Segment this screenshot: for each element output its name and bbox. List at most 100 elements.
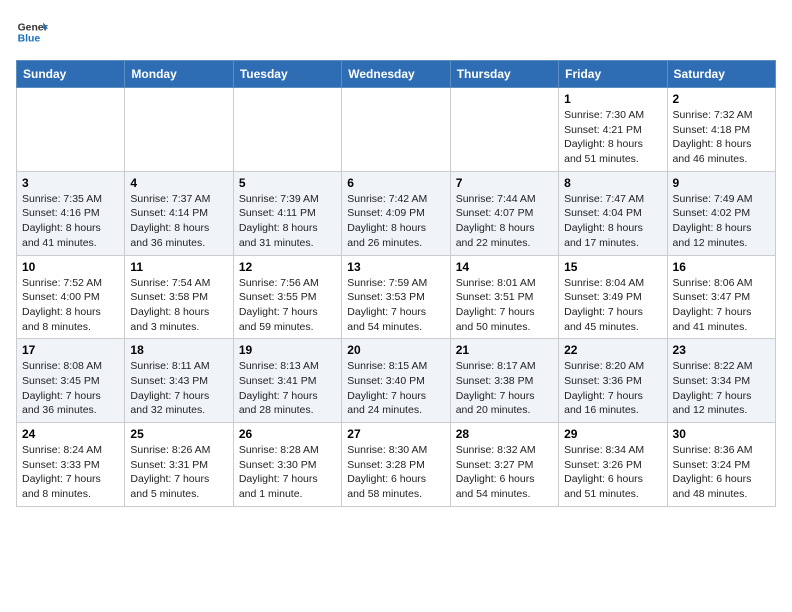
calendar-cell: 4 Sunrise: 7:37 AM Sunset: 4:14 PM Daylig… <box>125 171 233 255</box>
calendar-cell: 5Sunrise: 7:39 AM Sunset: 4:11 PM Daylig… <box>233 171 341 255</box>
day-info: Sunrise: 7:49 AM Sunset: 4:02 PM Dayligh… <box>673 192 770 251</box>
day-number: 15 <box>564 260 661 274</box>
day-info: Sunrise: 8:01 AM Sunset: 3:51 PM Dayligh… <box>456 276 553 335</box>
calendar-cell: 17 Sunrise: 8:08 AM Sunset: 3:45 PM Dayli… <box>17 339 125 423</box>
calendar-cell <box>125 88 233 172</box>
calendar-cell: 8 Sunrise: 7:47 AM Sunset: 4:04 PM Daylig… <box>559 171 667 255</box>
day-info: Sunrise: 8:30 AM Sunset: 3:28 PM Dayligh… <box>347 443 444 502</box>
logo: General Blue <box>16 16 48 48</box>
calendar-cell: 13 Sunrise: 7:59 AM Sunset: 3:53 PM Dayli… <box>342 255 450 339</box>
calendar-cell: 30 Sunrise: 8:36 AM Sunset: 3:24 PM Dayli… <box>667 423 775 507</box>
day-info: Sunrise: 7:47 AM Sunset: 4:04 PM Dayligh… <box>564 192 661 251</box>
day-info: Sunrise: 7:59 AM Sunset: 3:53 PM Dayligh… <box>347 276 444 335</box>
calendar-cell: 27 Sunrise: 8:30 AM Sunset: 3:28 PM Dayli… <box>342 423 450 507</box>
calendar-cell: 20 Sunrise: 8:15 AM Sunset: 3:40 PM Dayli… <box>342 339 450 423</box>
day-info: Sunrise: 8:13 AM Sunset: 3:41 PM Dayligh… <box>239 359 336 418</box>
weekday-header-tuesday: Tuesday <box>233 61 341 88</box>
day-number: 8 <box>564 176 661 190</box>
day-info: Sunrise: 7:56 AM Sunset: 3:55 PM Dayligh… <box>239 276 336 335</box>
day-info: Sunrise: 8:20 AM Sunset: 3:36 PM Dayligh… <box>564 359 661 418</box>
week-row-2: 3 Sunrise: 7:35 AM Sunset: 4:16 PM Daylig… <box>17 171 776 255</box>
day-info: Sunrise: 8:24 AM Sunset: 3:33 PM Dayligh… <box>22 443 119 502</box>
day-number: 30 <box>673 427 770 441</box>
day-number: 9 <box>673 176 770 190</box>
calendar-cell: 18Sunrise: 8:11 AM Sunset: 3:43 PM Dayli… <box>125 339 233 423</box>
day-number: 20 <box>347 343 444 357</box>
day-info: Sunrise: 8:08 AM Sunset: 3:45 PM Dayligh… <box>22 359 119 418</box>
day-info: Sunrise: 7:30 AM Sunset: 4:21 PM Dayligh… <box>564 108 661 167</box>
calendar-cell <box>450 88 558 172</box>
calendar-cell <box>342 88 450 172</box>
calendar-cell: 19 Sunrise: 8:13 AM Sunset: 3:41 PM Dayli… <box>233 339 341 423</box>
day-info: Sunrise: 8:15 AM Sunset: 3:40 PM Dayligh… <box>347 359 444 418</box>
day-info: Sunrise: 8:34 AM Sunset: 3:26 PM Dayligh… <box>564 443 661 502</box>
day-info: Sunrise: 8:32 AM Sunset: 3:27 PM Dayligh… <box>456 443 553 502</box>
day-number: 27 <box>347 427 444 441</box>
calendar-cell: 6 Sunrise: 7:42 AM Sunset: 4:09 PM Daylig… <box>342 171 450 255</box>
calendar-cell: 12 Sunrise: 7:56 AM Sunset: 3:55 PM Dayli… <box>233 255 341 339</box>
weekday-header-wednesday: Wednesday <box>342 61 450 88</box>
page-header: General Blue <box>16 16 776 48</box>
day-number: 6 <box>347 176 444 190</box>
week-row-5: 24 Sunrise: 8:24 AM Sunset: 3:33 PM Dayli… <box>17 423 776 507</box>
calendar-cell <box>233 88 341 172</box>
day-number: 26 <box>239 427 336 441</box>
day-number: 16 <box>673 260 770 274</box>
day-number: 10 <box>22 260 119 274</box>
calendar-cell: 10 Sunrise: 7:52 AM Sunset: 4:00 PM Dayli… <box>17 255 125 339</box>
calendar-cell: 22 Sunrise: 8:20 AM Sunset: 3:36 PM Dayli… <box>559 339 667 423</box>
svg-text:Blue: Blue <box>18 34 41 45</box>
calendar-cell: 15Sunrise: 8:04 AM Sunset: 3:49 PM Dayli… <box>559 255 667 339</box>
weekday-header-monday: Monday <box>125 61 233 88</box>
day-number: 4 <box>130 176 227 190</box>
day-number: 23 <box>673 343 770 357</box>
calendar-cell: 2Sunrise: 7:32 AM Sunset: 4:18 PM Daylig… <box>667 88 775 172</box>
day-info: Sunrise: 7:37 AM Sunset: 4:14 PM Dayligh… <box>130 192 227 251</box>
week-row-4: 17 Sunrise: 8:08 AM Sunset: 3:45 PM Dayli… <box>17 339 776 423</box>
day-number: 21 <box>456 343 553 357</box>
calendar-cell: 21Sunrise: 8:17 AM Sunset: 3:38 PM Dayli… <box>450 339 558 423</box>
logo-icon: General Blue <box>16 16 48 48</box>
calendar-cell: 3 Sunrise: 7:35 AM Sunset: 4:16 PM Daylig… <box>17 171 125 255</box>
calendar-cell: 1 Sunrise: 7:30 AM Sunset: 4:21 PM Daylig… <box>559 88 667 172</box>
day-number: 13 <box>347 260 444 274</box>
calendar-cell <box>17 88 125 172</box>
calendar-cell: 23 Sunrise: 8:22 AM Sunset: 3:34 PM Dayli… <box>667 339 775 423</box>
day-info: Sunrise: 7:44 AM Sunset: 4:07 PM Dayligh… <box>456 192 553 251</box>
calendar-cell: 24 Sunrise: 8:24 AM Sunset: 3:33 PM Dayli… <box>17 423 125 507</box>
day-info: Sunrise: 7:42 AM Sunset: 4:09 PM Dayligh… <box>347 192 444 251</box>
calendar-cell: 16 Sunrise: 8:06 AM Sunset: 3:47 PM Dayli… <box>667 255 775 339</box>
day-info: Sunrise: 7:35 AM Sunset: 4:16 PM Dayligh… <box>22 192 119 251</box>
calendar-cell: 9 Sunrise: 7:49 AM Sunset: 4:02 PM Daylig… <box>667 171 775 255</box>
day-number: 22 <box>564 343 661 357</box>
day-number: 14 <box>456 260 553 274</box>
calendar-cell: 28Sunrise: 8:32 AM Sunset: 3:27 PM Dayli… <box>450 423 558 507</box>
day-number: 19 <box>239 343 336 357</box>
weekday-header-thursday: Thursday <box>450 61 558 88</box>
calendar-cell: 14 Sunrise: 8:01 AM Sunset: 3:51 PM Dayli… <box>450 255 558 339</box>
day-number: 29 <box>564 427 661 441</box>
weekday-header-sunday: Sunday <box>17 61 125 88</box>
day-info: Sunrise: 7:54 AM Sunset: 3:58 PM Dayligh… <box>130 276 227 335</box>
day-number: 11 <box>130 260 227 274</box>
day-number: 7 <box>456 176 553 190</box>
day-number: 1 <box>564 92 661 106</box>
week-row-3: 10 Sunrise: 7:52 AM Sunset: 4:00 PM Dayli… <box>17 255 776 339</box>
day-number: 3 <box>22 176 119 190</box>
calendar-cell: 11 Sunrise: 7:54 AM Sunset: 3:58 PM Dayli… <box>125 255 233 339</box>
week-row-1: 1 Sunrise: 7:30 AM Sunset: 4:21 PM Daylig… <box>17 88 776 172</box>
day-info: Sunrise: 8:06 AM Sunset: 3:47 PM Dayligh… <box>673 276 770 335</box>
day-number: 12 <box>239 260 336 274</box>
day-info: Sunrise: 8:36 AM Sunset: 3:24 PM Dayligh… <box>673 443 770 502</box>
day-number: 2 <box>673 92 770 106</box>
day-info: Sunrise: 7:52 AM Sunset: 4:00 PM Dayligh… <box>22 276 119 335</box>
weekday-header-row: SundayMondayTuesdayWednesdayThursdayFrid… <box>17 61 776 88</box>
day-number: 18 <box>130 343 227 357</box>
day-info: Sunrise: 8:28 AM Sunset: 3:30 PM Dayligh… <box>239 443 336 502</box>
day-number: 17 <box>22 343 119 357</box>
day-info: Sunrise: 8:22 AM Sunset: 3:34 PM Dayligh… <box>673 359 770 418</box>
calendar-cell: 26 Sunrise: 8:28 AM Sunset: 3:30 PM Dayli… <box>233 423 341 507</box>
calendar-cell: 29 Sunrise: 8:34 AM Sunset: 3:26 PM Dayli… <box>559 423 667 507</box>
weekday-header-friday: Friday <box>559 61 667 88</box>
day-number: 24 <box>22 427 119 441</box>
